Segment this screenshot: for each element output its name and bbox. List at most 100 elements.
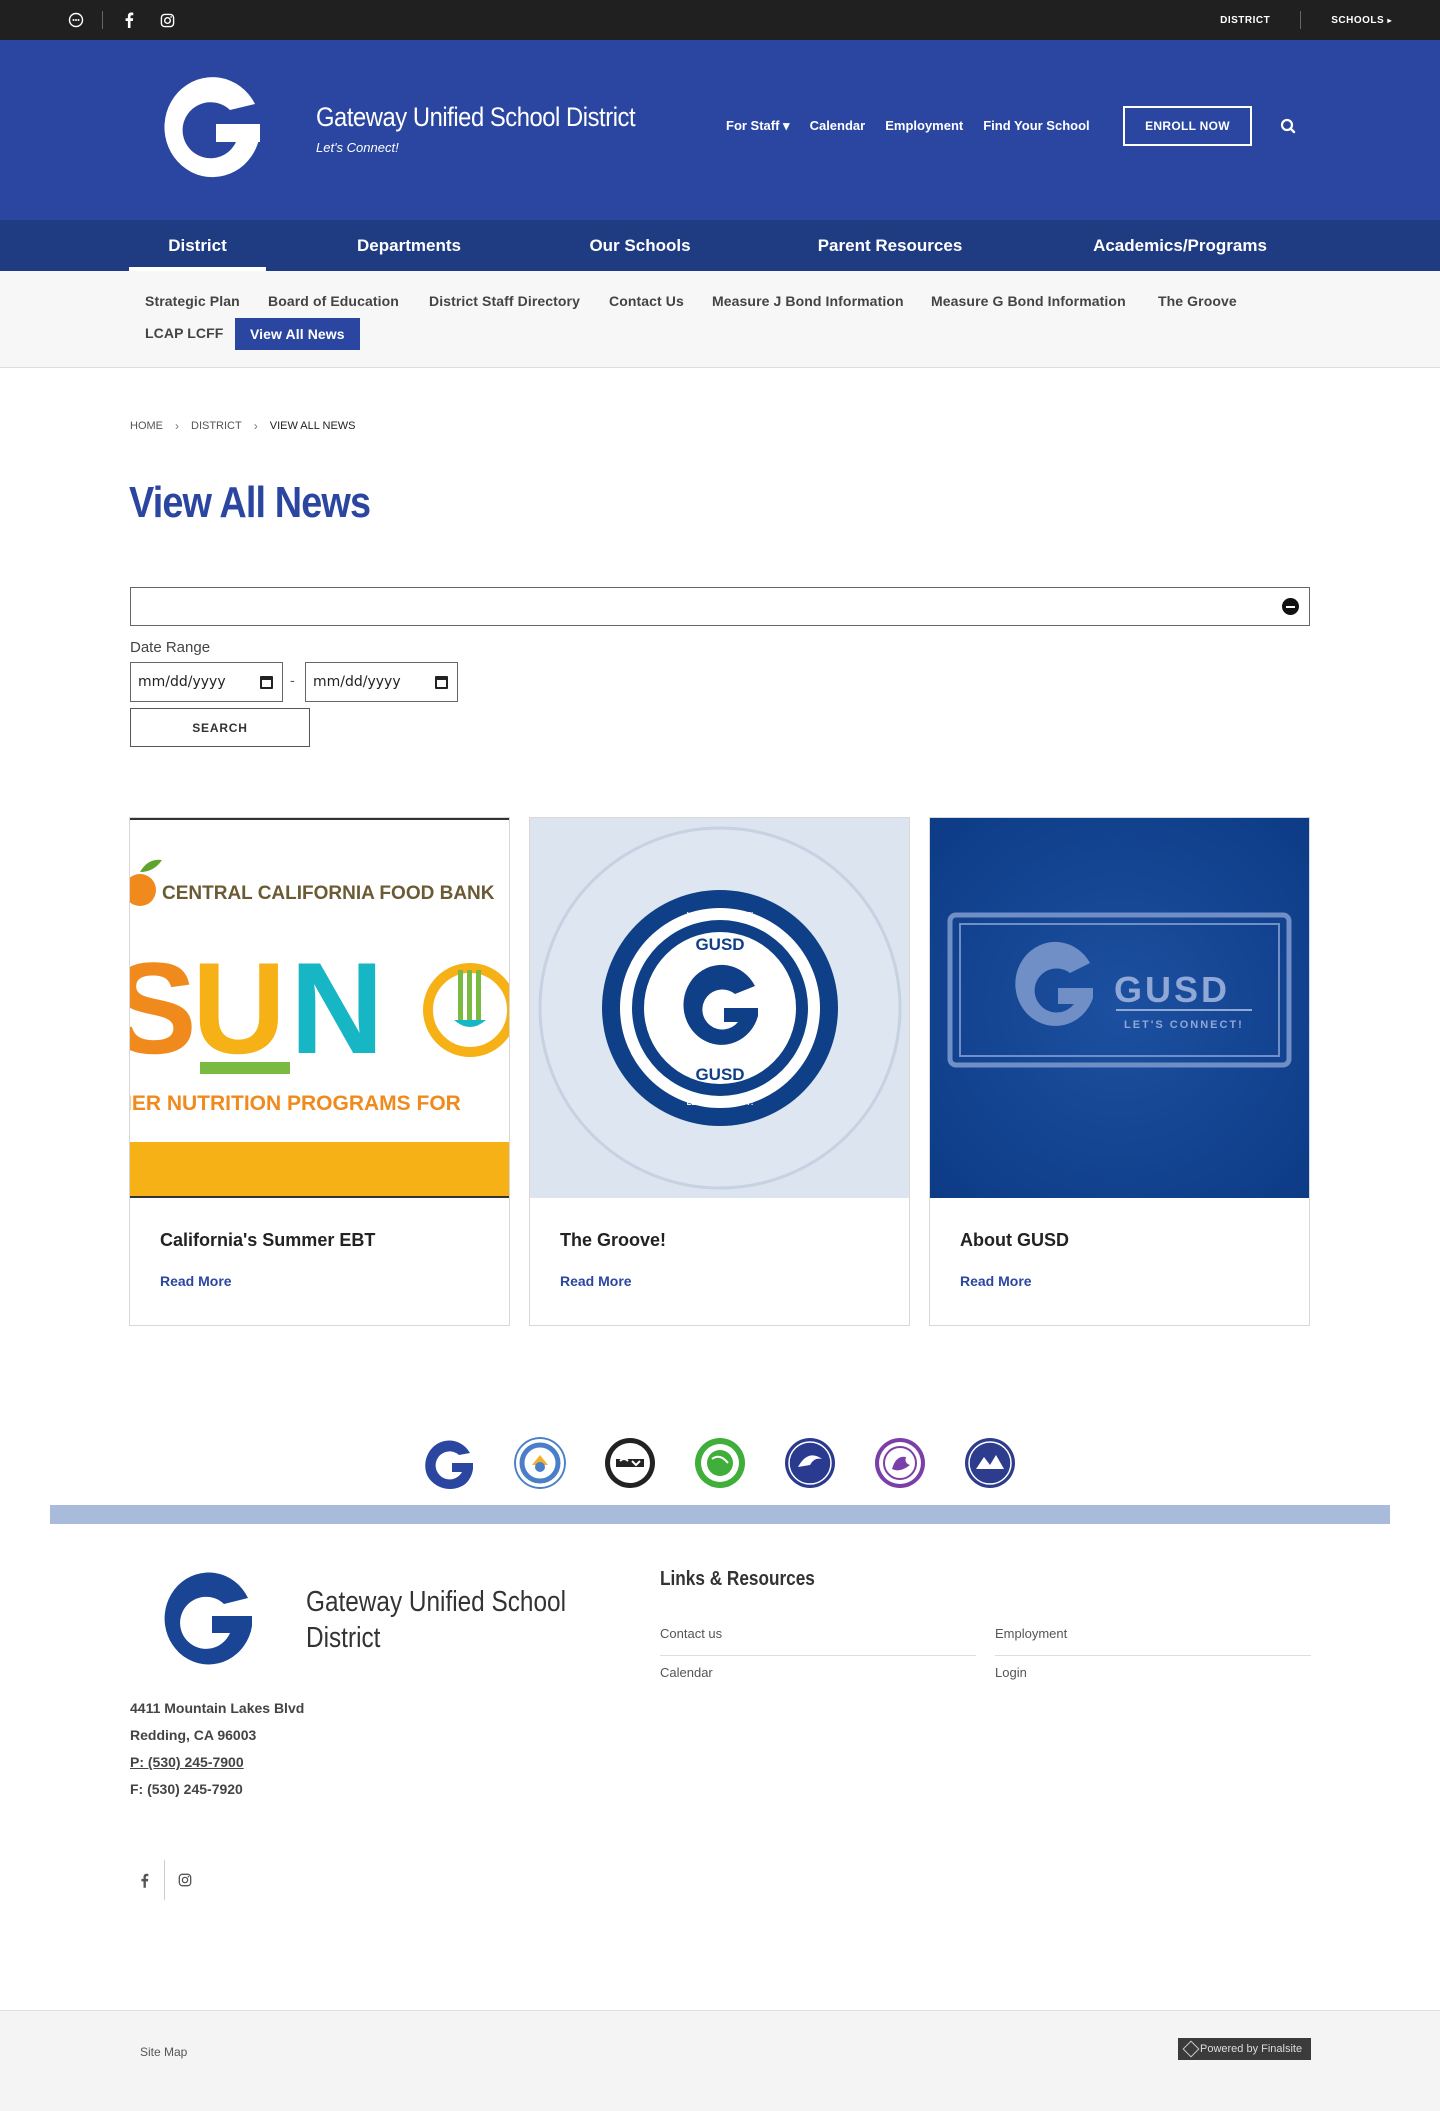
subnav-district-staff-directory[interactable]: District Staff Directory: [429, 293, 580, 309]
divider: [1300, 11, 1302, 29]
calendar-icon[interactable]: [260, 676, 273, 689]
card-2-ring-bottom: LET'S CONNECT!: [687, 1098, 754, 1107]
news-card-image[interactable]: GUSD LET'S CONNECT!: [930, 818, 1309, 1198]
card-3-image-name: GUSD: [1114, 969, 1230, 1010]
district-link[interactable]: DISTRICT: [1220, 15, 1270, 26]
nav-district[interactable]: District: [129, 220, 266, 271]
news-card-title[interactable]: About GUSD: [960, 1230, 1069, 1251]
grand-oaks-logo-icon[interactable]: [784, 1437, 836, 1489]
end-date-input[interactable]: mm/dd/yyyy: [305, 662, 458, 702]
gusd-footer-logo-icon[interactable]: [160, 1570, 256, 1670]
card-1-image-line2: IER NUTRITION PROGRAMS FOR: [130, 1092, 461, 1115]
read-more-link[interactable]: Read More: [160, 1273, 232, 1289]
news-card-image[interactable]: GUSD GUSD LET'S CONNECT! LET'S CONNECT!: [530, 818, 909, 1198]
breadcrumb-current: VIEW ALL NEWS: [269, 420, 356, 432]
search-submit-button[interactable]: SEARCH: [130, 708, 310, 747]
nav-academics-programs[interactable]: Academics/Programs: [1080, 220, 1280, 271]
schools-dropdown[interactable]: SCHOOLS ▸: [1331, 15, 1392, 26]
subnav-contact-us[interactable]: Contact Us: [609, 293, 684, 309]
news-card-image[interactable]: CENTRAL CALIFORNIA FOOD BANK S U N IER N…: [130, 818, 509, 1198]
enroll-now-button[interactable]: ENROLL NOW: [1123, 106, 1252, 146]
chevron-right-icon: ›: [253, 419, 258, 433]
divider: [164, 1860, 165, 1900]
site-tagline: Let's Connect!: [316, 140, 399, 155]
card-1-image-line1: CENTRAL CALIFORNIA FOOD BANK: [162, 883, 495, 904]
footer-link-employment[interactable]: Employment: [995, 1626, 1311, 1656]
breadcrumb-district[interactable]: DISTRICT: [191, 420, 242, 432]
card-1-image-big-u: U: [192, 935, 286, 1081]
chevron-right-icon: ›: [175, 419, 179, 433]
read-more-link[interactable]: Read More: [560, 1273, 632, 1289]
footer-link-contact-us[interactable]: Contact us: [660, 1626, 976, 1656]
breadcrumb-home[interactable]: HOME: [130, 420, 163, 432]
employment-link[interactable]: Employment: [885, 118, 963, 134]
site-header: Gateway Unified School District Let's Co…: [0, 40, 1440, 220]
card-2-ring-top: LET'S CONNECT!: [687, 911, 754, 920]
page-title: View All News: [129, 478, 371, 527]
footer-link-calendar[interactable]: Calendar: [660, 1665, 976, 1695]
footer-color-band: [50, 1505, 1390, 1524]
card-2-image-top: GUSD: [695, 935, 744, 954]
green-school-logo-icon[interactable]: [694, 1437, 746, 1489]
utility-bar: DISTRICT SCHOOLS ▸: [0, 0, 1440, 40]
footer-address-line1: 4411 Mountain Lakes Blvd: [130, 1700, 305, 1716]
search-icon[interactable]: [1278, 116, 1300, 138]
school-logos: [424, 1437, 1016, 1489]
keyword-search-input[interactable]: [130, 587, 1310, 626]
card-1-image-big-n: N: [290, 935, 384, 1081]
gusd-logo-icon[interactable]: [160, 74, 264, 184]
site-title[interactable]: Gateway Unified School District: [316, 102, 636, 133]
footer-link-login[interactable]: Login: [995, 1665, 1311, 1695]
utility-social-links: [64, 0, 179, 40]
footer-fax: F: (530) 245-7920: [130, 1781, 243, 1797]
powered-by-finalsite-badge[interactable]: Powered by Finalsite: [1178, 2038, 1311, 2060]
footer-social-links: [130, 1860, 199, 1900]
links-resources-heading: Links & Resources: [660, 1568, 815, 1590]
nav-departments[interactable]: Departments: [334, 220, 484, 271]
start-date-input[interactable]: mm/dd/yyyy: [130, 662, 283, 702]
site-map-link[interactable]: Site Map: [140, 2045, 187, 2059]
read-more-link[interactable]: Read More: [960, 1273, 1032, 1289]
subnav-view-all-news[interactable]: View All News: [235, 318, 360, 350]
bottom-bar: Site Map Powered by Finalsite: [0, 2010, 1440, 2111]
find-your-school-link[interactable]: Find Your School: [983, 118, 1089, 134]
footer-address-line2: Redding, CA 96003: [130, 1727, 257, 1743]
calendar-icon[interactable]: [435, 676, 448, 689]
subnav-measure-j[interactable]: Measure J Bond Information: [712, 293, 904, 309]
subnav-the-groove[interactable]: The Groove: [1158, 293, 1237, 309]
card-1-image-big: S: [130, 935, 197, 1081]
for-staff-dropdown[interactable]: For Staff ▾: [726, 118, 790, 134]
instagram-icon[interactable]: [171, 1873, 199, 1887]
purple-school-logo-icon[interactable]: [874, 1437, 926, 1489]
news-card[interactable]: CENTRAL CALIFORNIA FOOD BANK S U N IER N…: [129, 817, 510, 1326]
date-range-label: Date Range: [130, 639, 211, 656]
news-card-title[interactable]: The Groove!: [560, 1230, 666, 1251]
gusd-logo-icon[interactable]: [424, 1437, 476, 1489]
news-card-title[interactable]: California's Summer EBT: [160, 1230, 375, 1251]
main-nav: District Departments Our Schools Parent …: [0, 220, 1440, 271]
mountain-school-logo-icon[interactable]: [964, 1437, 1016, 1489]
chat-icon[interactable]: [64, 8, 88, 32]
cv-logo-icon[interactable]: [604, 1437, 656, 1489]
nav-parent-resources[interactable]: Parent Resources: [800, 220, 980, 271]
river-ridge-logo-icon[interactable]: [514, 1437, 566, 1489]
caret-right-icon: ▸: [1387, 15, 1392, 25]
instagram-icon[interactable]: [155, 8, 179, 32]
news-card[interactable]: GUSD GUSD LET'S CONNECT! LET'S CONNECT! …: [529, 817, 910, 1326]
utility-right-links: DISTRICT SCHOOLS ▸: [1220, 0, 1392, 40]
clear-minus-icon[interactable]: [1282, 598, 1299, 615]
subnav-measure-g[interactable]: Measure G Bond Information: [931, 293, 1126, 309]
card-2-image-bottom: GUSD: [695, 1065, 744, 1084]
subnav-strategic-plan[interactable]: Strategic Plan: [145, 293, 240, 309]
subnav-board-of-education[interactable]: Board of Education: [268, 293, 399, 309]
facebook-icon[interactable]: [130, 1873, 158, 1888]
divider: [102, 11, 103, 29]
header-nav: For Staff ▾ Calendar Employment Find You…: [726, 118, 1110, 134]
subnav-lcap-lcff[interactable]: LCAP LCFF: [145, 325, 223, 341]
nav-our-schools[interactable]: Our Schools: [565, 220, 715, 271]
calendar-link[interactable]: Calendar: [810, 118, 866, 134]
card-3-image-tag: LET'S CONNECT!: [1124, 1019, 1244, 1031]
facebook-icon[interactable]: [117, 8, 141, 32]
footer-phone-link[interactable]: P: (530) 245-7900: [130, 1754, 244, 1770]
news-card[interactable]: GUSD LET'S CONNECT! About GUSD Read More: [929, 817, 1310, 1326]
